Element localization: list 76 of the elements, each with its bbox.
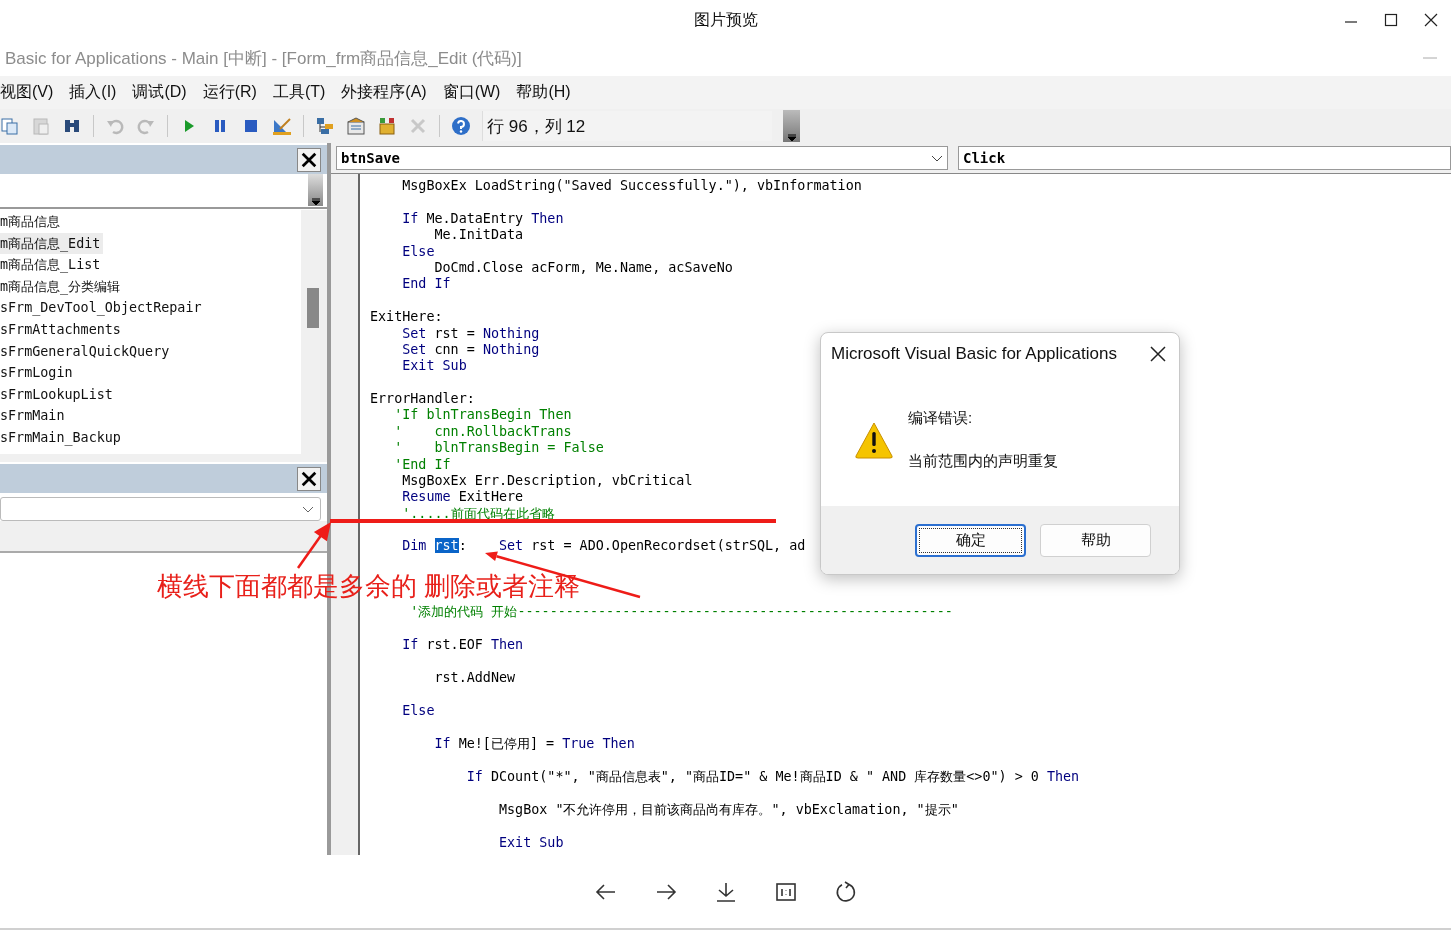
code-line: 'End If: [393, 456, 451, 474]
code-line: MsgBoxEx Err.Description, vbCritical: [401, 473, 693, 490]
dropdown-field[interactable]: [0, 497, 321, 521]
procedure-dropdown[interactable]: Click: [958, 146, 1451, 170]
code-line: Set cnn = Nothing: [401, 341, 540, 359]
code-line: If Me.DataEntry Then: [401, 210, 564, 228]
menu-item[interactable]: 插入(I): [69, 82, 117, 103]
code-line: Else: [401, 703, 435, 720]
menu-item[interactable]: 调试(D): [132, 82, 187, 103]
code-line: Me.InitData: [433, 227, 524, 244]
dialog-button[interactable]: 确定: [915, 523, 1026, 557]
code-line: End If: [401, 276, 451, 293]
object-dropdown[interactable]: btnSave: [336, 146, 948, 170]
warning-icon: [854, 420, 894, 459]
project-item[interactable]: sFrmGeneralQuickQuery: [0, 340, 173, 363]
help-icon[interactable]: [451, 116, 471, 136]
project-item[interactable]: m商品信息: [0, 211, 64, 233]
project-item[interactable]: sFrmMain: [0, 405, 68, 427]
editor-title: Basic for Applications - Main [中断] - [Form_frm商品信息_Edit (代码)]: [5, 47, 522, 70]
rotate-icon[interactable]: [833, 879, 858, 904]
code-line: Set rst = Nothing: [401, 325, 540, 342]
scrollbar[interactable]: [301, 210, 327, 454]
code-line: ErrorHandler:: [370, 391, 475, 408]
project-item[interactable]: m商品信息_Edit: [0, 232, 104, 255]
caret-icon: [310, 198, 321, 206]
code-line: '.....前面代码在此省略: [401, 505, 555, 523]
code-line: MsgBoxEx LoadString("Saved Successfully."), vbInformation: [401, 178, 862, 195]
code-line: Exit Sub: [401, 358, 467, 375]
menu-item[interactable]: 帮助(H): [516, 82, 571, 103]
dialog-button[interactable]: 帮助: [1040, 523, 1151, 557]
project-item[interactable]: sFrmAttachments: [0, 318, 124, 341]
scroll-thumb[interactable]: [307, 288, 319, 328]
code-line: MsgBox "不允许停用，目前该商品尚有库存。", vbExclamation, "提示": [498, 802, 959, 819]
code-line: Exit Sub: [498, 835, 564, 852]
menu-item[interactable]: 工具(T): [272, 82, 326, 103]
code-line: rst.AddNew: [433, 670, 516, 687]
dropdown-button[interactable]: [308, 174, 323, 206]
window-title: 图片预览: [693, 9, 758, 30]
code-line: Else: [401, 243, 435, 260]
copy-icon[interactable]: [0, 116, 20, 136]
toolbar-dropdown[interactable]: [783, 110, 800, 142]
code-line: DoCmd.Close acForm, Me.Name, acSaveNo: [433, 259, 733, 277]
chevron-icon: [302, 505, 314, 513]
tree-icon[interactable]: [315, 116, 335, 136]
project-item[interactable]: sFrmMain_Backup: [0, 426, 124, 449]
close-button[interactable]: [297, 147, 321, 172]
code-line: Dim rst: Set rst = ADO.OpenRecordset(strSQL, ad: [401, 538, 806, 555]
code-line: If Me![已停用] = True Then: [433, 736, 635, 753]
annotation-arrow: [296, 522, 331, 569]
project-item[interactable]: m商品信息_分类编辑: [0, 275, 124, 298]
menu-item[interactable]: 运行(R): [202, 82, 257, 103]
project-item[interactable]: sFrmLogin: [0, 362, 76, 384]
chevron-icon: [931, 154, 943, 162]
set-square-icon[interactable]: [272, 116, 292, 136]
error-message: 当前范围内的声明重复: [908, 451, 1058, 471]
code-line: ' blnTransBegin = False: [393, 440, 604, 457]
project-item[interactable]: sFrmLookupList: [0, 383, 116, 406]
code-line: If DCount("*", "商品信息表", "商品ID=" & Me!商品ID & " AND 库存数量<>0") > 0 Then: [465, 769, 1080, 786]
code-line: '添加的代码 开始------------------------------------------------------: [409, 604, 953, 621]
dialog-title: Microsoft Visual Basic for Applications: [831, 344, 1117, 364]
menu-item[interactable]: 视图(V): [0, 82, 54, 103]
menu-item[interactable]: 窗口(W): [442, 82, 501, 103]
project-item[interactable]: m商品信息_List: [0, 254, 104, 276]
boxes-icon[interactable]: [377, 116, 397, 136]
code-line: ExitHere:: [370, 309, 443, 326]
caret-icon: [786, 134, 797, 142]
menu-item[interactable]: 外接程序(A): [341, 82, 427, 103]
project-item[interactable]: sFrm_DevTool_ObjectRepair: [0, 297, 205, 319]
code-line: 'If blnTransBegin Then: [393, 407, 572, 424]
code-line: Resume ExitHere: [401, 489, 524, 506]
close-icon[interactable]: [1149, 345, 1167, 363]
code-line: If rst.EOF Then: [401, 637, 524, 654]
close-button[interactable]: [297, 466, 321, 491]
code-line: ' cnn.RollbackTrans: [393, 423, 572, 441]
card-icon[interactable]: [346, 116, 366, 136]
error-heading: 编译错误:: [908, 408, 974, 428]
